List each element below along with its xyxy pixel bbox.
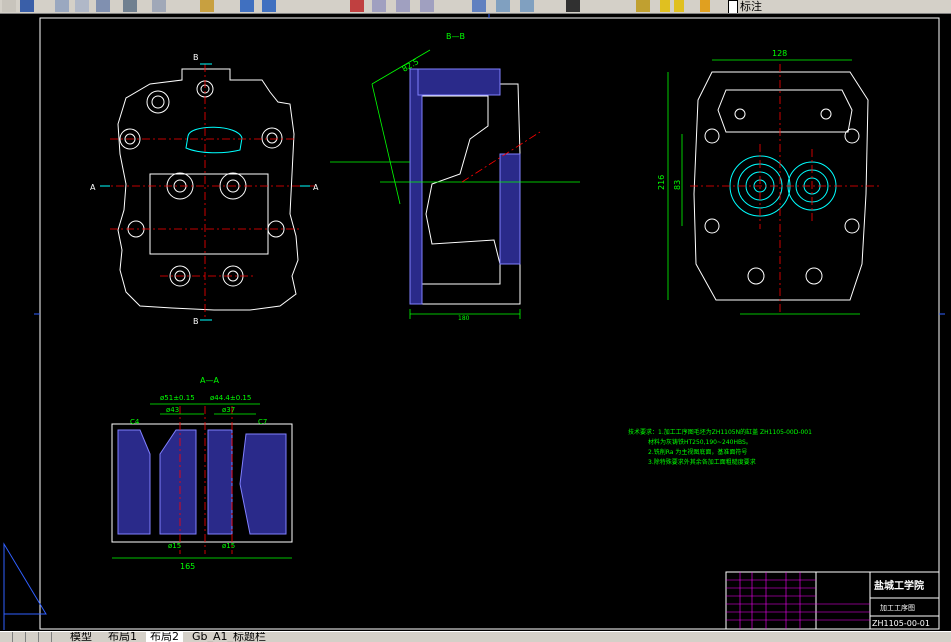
front-view (117, 68, 299, 311)
drawing-frame (39, 17, 940, 630)
layer-freeze-icon[interactable] (674, 0, 684, 12)
note-line-4: 3.除特殊要求外其余各加工面粗糙度要求 (648, 458, 756, 466)
zoom-previous-icon[interactable] (420, 0, 434, 12)
title-drawing-name: 加工工序图 (880, 603, 915, 612)
properties-icon[interactable] (472, 0, 486, 12)
section-label-a-right: A (313, 183, 319, 192)
undo-icon[interactable] (240, 0, 254, 12)
dim-180: 180 (458, 315, 470, 322)
hole (146, 90, 170, 114)
note-line-3: 2.铣削Ra 为主视图底面，基准面符号 (648, 448, 747, 456)
side-rib (717, 89, 853, 133)
hole (261, 127, 283, 149)
section-label-b-top: B (193, 53, 199, 62)
layer-on-icon[interactable] (660, 0, 670, 12)
design-center-icon[interactable] (496, 0, 510, 12)
cad-drawing: B B A A B—B 82.5 180 128 216 83 A—A 165 … (3, 14, 945, 630)
note-line-1: 技术要求：1.加工工序图毛坯为ZH1105N的缸盖 ZH1105-00D-001 (628, 428, 812, 436)
zoom-icon[interactable] (152, 0, 166, 12)
front-boss (185, 126, 243, 154)
dim-d15-left: ø15 (168, 542, 181, 550)
dim-165: 165 (180, 562, 195, 571)
open-icon[interactable] (2, 0, 16, 12)
layer-lock-icon[interactable] (700, 0, 710, 12)
preview-icon[interactable] (75, 0, 89, 12)
redo-icon[interactable] (262, 0, 276, 12)
section-bb-title: B—B (446, 32, 465, 41)
section-aa-view (111, 423, 293, 543)
print-icon[interactable] (55, 0, 69, 12)
dim-d43: ø43 (166, 406, 179, 414)
dim-d37: ø37 (222, 406, 235, 414)
calculator-icon[interactable] (566, 0, 580, 12)
side-centerlines (690, 64, 880, 314)
dim-d44: ø44.4±0.15 (210, 394, 251, 402)
dim-c4: C4 (130, 418, 140, 426)
save-icon[interactable] (20, 0, 34, 12)
section-label-b-bottom: B (193, 317, 199, 326)
hole (151, 95, 165, 109)
layer-manager-icon[interactable] (636, 0, 650, 12)
dim-83: 83 (673, 180, 682, 190)
title-school: 盐城工学院 (874, 579, 924, 592)
note-line-2: 材料为灰铸铁HT250,190~240HBS。 (648, 438, 752, 446)
title-drawing-no: ZH1105-00-01 (872, 619, 930, 628)
section-bb-view (409, 68, 521, 305)
front-outline (117, 68, 299, 311)
cut-icon[interactable] (96, 0, 110, 12)
tool-palette-icon[interactable] (520, 0, 534, 12)
section-aa-title: A—A (200, 376, 219, 385)
layout-tabs: 模型 布局1 布局2 Gb_A1_标题栏 (0, 631, 951, 642)
dim-216: 216 (657, 175, 666, 190)
dim-d51: ø51±0.15 (160, 394, 195, 402)
bb-hatch-top (417, 68, 501, 96)
zoom-window-icon[interactable] (396, 0, 410, 12)
section-label-a-left: A (90, 183, 96, 192)
dim-d15-right: ø15 (222, 542, 235, 550)
front-centerlines (100, 64, 315, 319)
dim-128: 128 (772, 49, 787, 58)
hole (266, 132, 278, 144)
pan-icon[interactable] (350, 0, 364, 12)
toolbar: 标注 (0, 0, 951, 14)
title-block-grid (726, 572, 870, 629)
bb-inner (417, 95, 501, 285)
dim-c7: C7 (258, 418, 267, 426)
copy-icon[interactable] (123, 0, 137, 12)
bb-hatch-left (409, 68, 423, 305)
bb-hatch-right (499, 153, 521, 265)
match-prop-icon[interactable] (200, 0, 214, 12)
zoom-realtime-icon[interactable] (372, 0, 386, 12)
drawing-canvas[interactable]: B B A A B—B 82.5 180 128 216 83 A—A 165 … (0, 14, 951, 631)
layer-dropdown[interactable]: 标注 (740, 0, 762, 13)
layer-color-icon[interactable] (728, 0, 738, 13)
